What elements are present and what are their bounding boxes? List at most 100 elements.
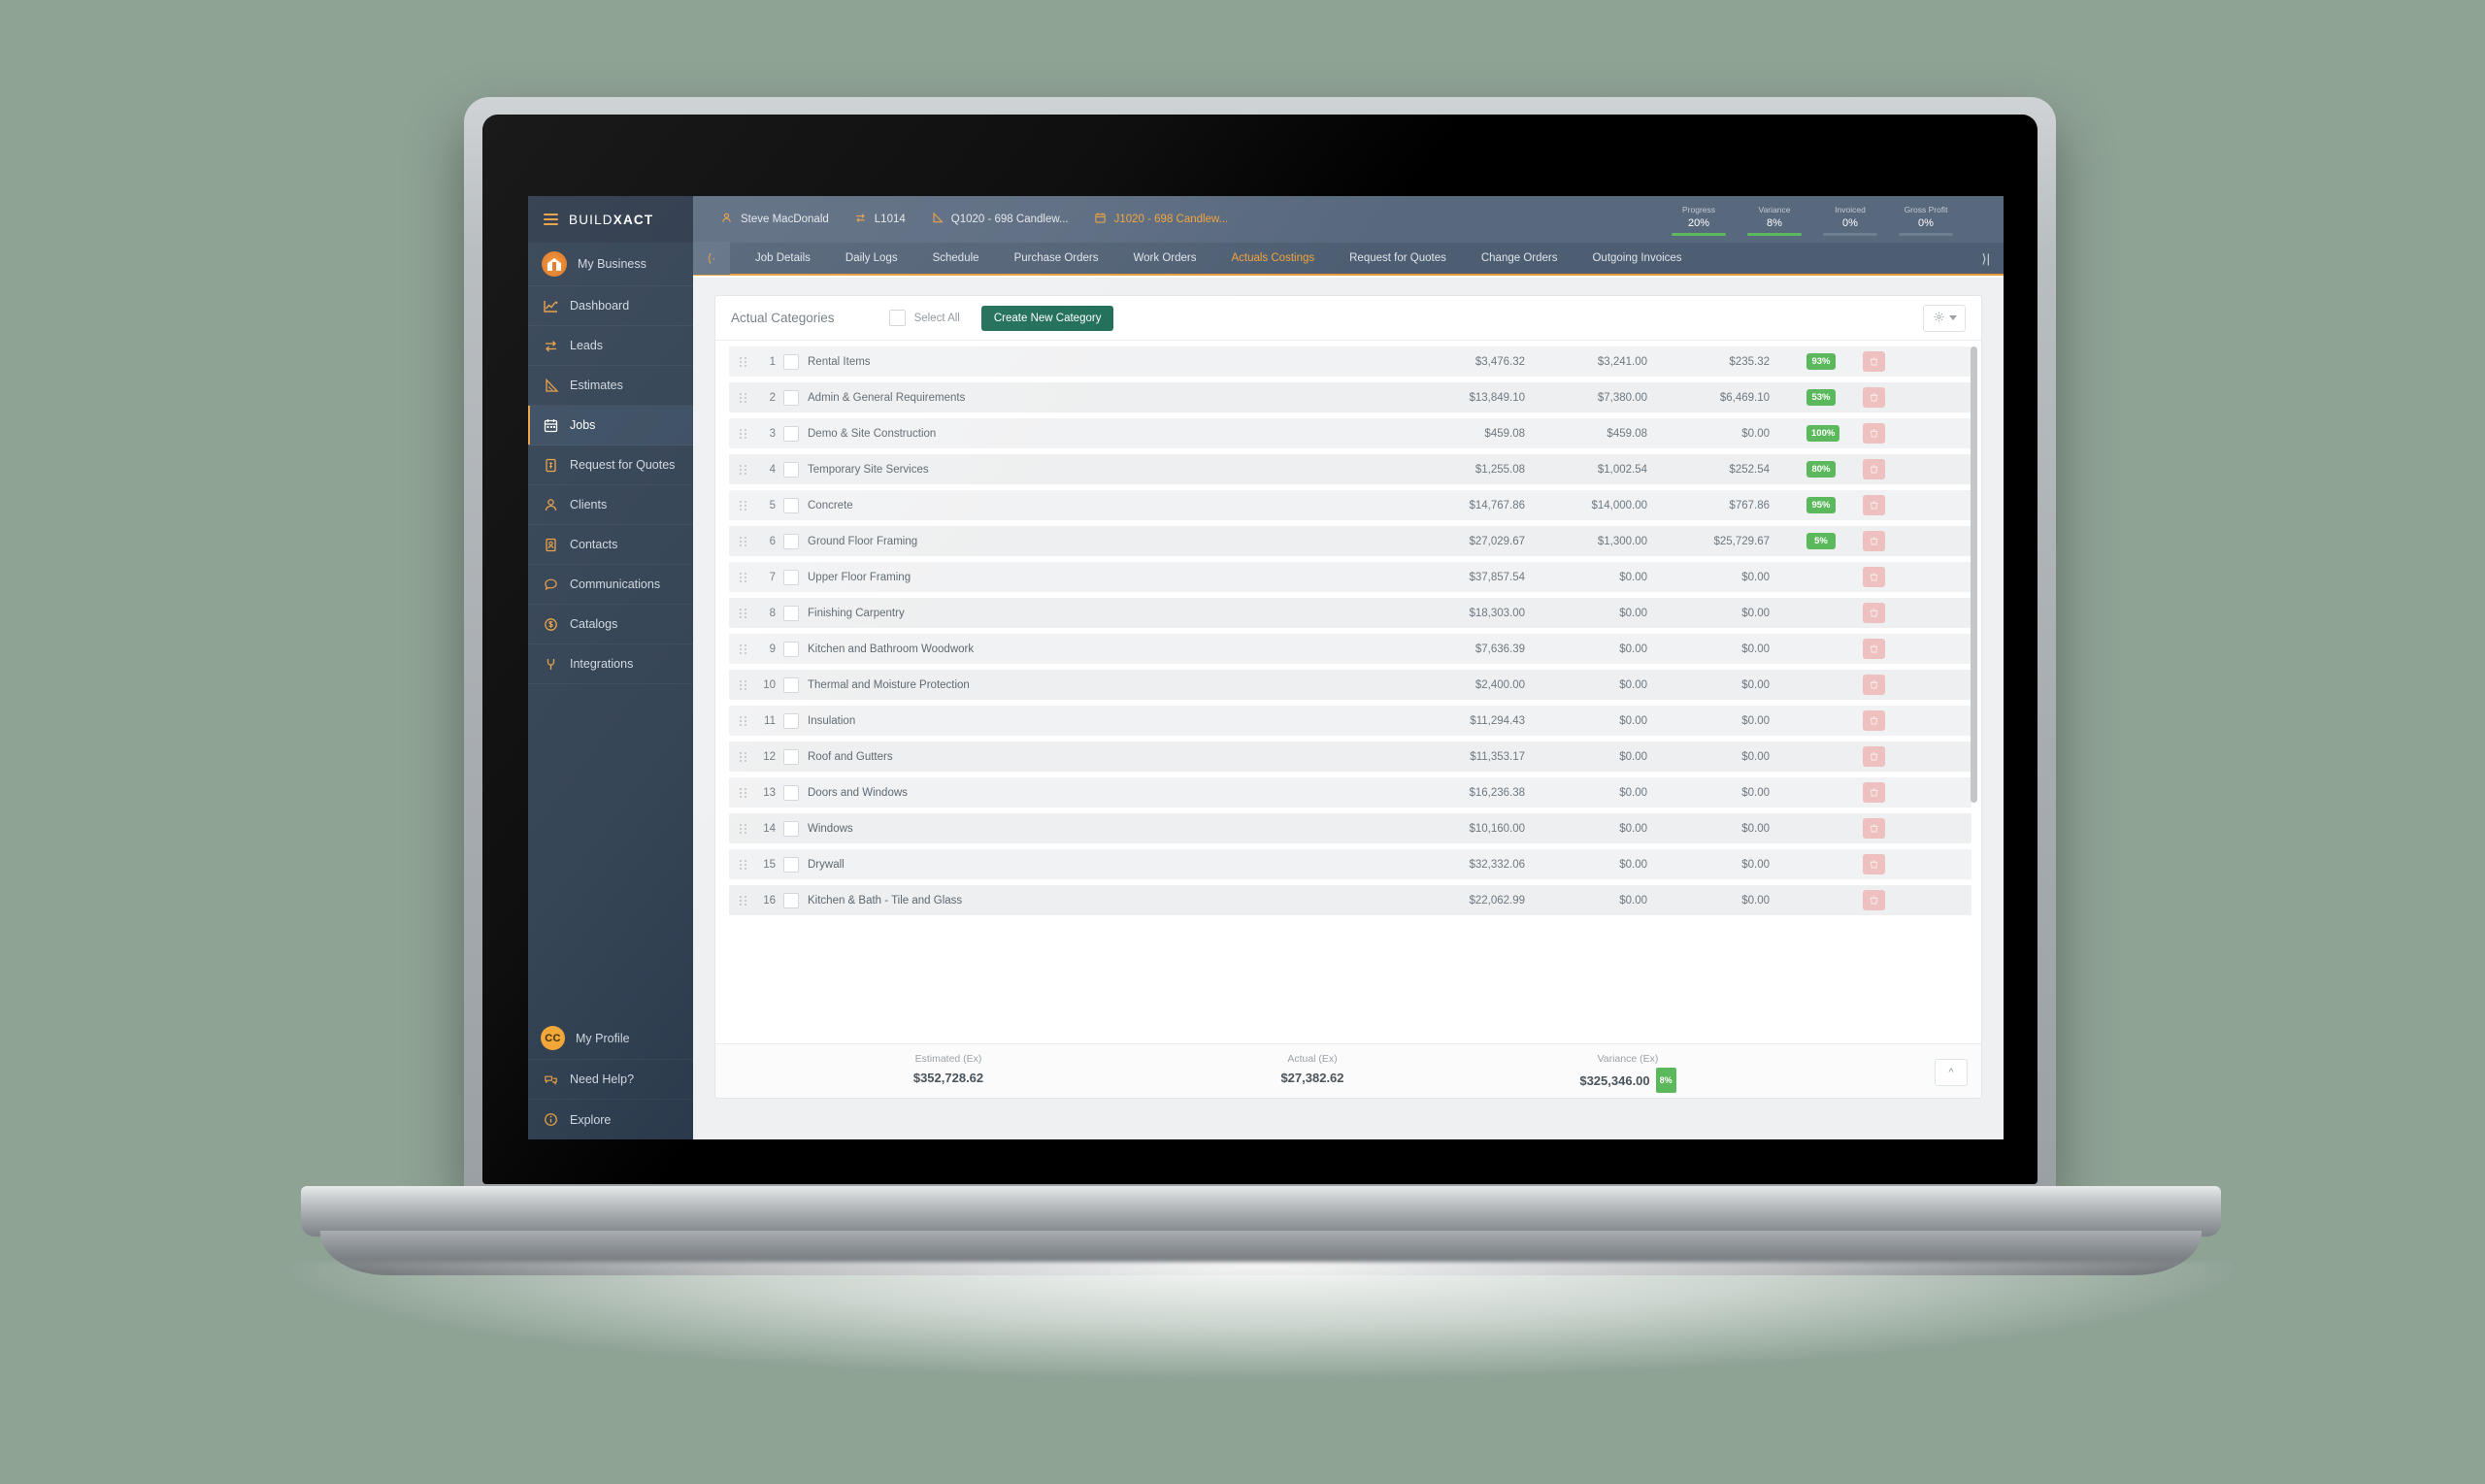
delete-row-button[interactable] bbox=[1863, 675, 1885, 695]
drag-handle-icon[interactable] bbox=[735, 356, 750, 367]
app-logo[interactable]: BUILDXACT bbox=[528, 196, 693, 243]
scroll-to-top-button[interactable]: ^ bbox=[1935, 1059, 1968, 1086]
delete-row-button[interactable] bbox=[1863, 890, 1885, 910]
table-row[interactable]: 16 Kitchen & Bath - Tile and Glass $22,062… bbox=[729, 885, 1971, 915]
row-checkbox[interactable] bbox=[783, 641, 799, 657]
breadcrumb-item-contact[interactable]: Steve MacDonald bbox=[720, 212, 829, 227]
tab-purchase-orders[interactable]: Purchase Orders bbox=[997, 242, 1116, 275]
row-checkbox[interactable] bbox=[783, 425, 799, 442]
table-row[interactable]: 13 Doors and Windows $16,236.38 $0.00 $0.00 bbox=[729, 777, 1971, 808]
drag-handle-icon[interactable] bbox=[735, 572, 750, 582]
delete-row-button[interactable] bbox=[1863, 567, 1885, 587]
sidebar-item-communications[interactable]: Communications bbox=[528, 565, 693, 605]
sidebar-item-my-business[interactable]: My Business bbox=[528, 243, 693, 286]
sidebar-item-leads[interactable]: Leads bbox=[528, 326, 693, 366]
vertical-scrollbar[interactable] bbox=[1971, 346, 1977, 803]
delete-row-button[interactable] bbox=[1863, 531, 1885, 551]
sidebar-item-need-help[interactable]: Need Help? bbox=[528, 1060, 693, 1100]
row-checkbox[interactable] bbox=[783, 461, 799, 478]
drag-handle-icon[interactable] bbox=[735, 751, 750, 762]
delete-row-button[interactable] bbox=[1863, 423, 1885, 444]
delete-row-button[interactable] bbox=[1863, 603, 1885, 623]
drag-handle-icon[interactable] bbox=[735, 500, 750, 511]
row-checkbox[interactable] bbox=[783, 676, 799, 693]
delete-row-button[interactable] bbox=[1863, 710, 1885, 731]
sidebar-item-explore[interactable]: Explore bbox=[528, 1100, 693, 1139]
drag-handle-icon[interactable] bbox=[735, 608, 750, 618]
drag-handle-icon[interactable] bbox=[735, 536, 750, 546]
tab-job-details[interactable]: Job Details bbox=[738, 242, 828, 275]
delete-row-button[interactable] bbox=[1863, 854, 1885, 874]
drag-handle-icon[interactable] bbox=[735, 895, 750, 906]
tab-work-orders[interactable]: Work Orders bbox=[1116, 242, 1214, 275]
row-checkbox[interactable] bbox=[783, 820, 799, 837]
row-checkbox[interactable] bbox=[783, 784, 799, 801]
table-row[interactable]: 3 Demo & Site Construction $459.08 $459.08 $… bbox=[729, 418, 1971, 448]
row-checkbox[interactable] bbox=[783, 712, 799, 729]
tab-request-for-quotes[interactable]: Request for Quotes bbox=[1332, 242, 1464, 275]
delete-row-button[interactable] bbox=[1863, 782, 1885, 803]
delete-row-button[interactable] bbox=[1863, 746, 1885, 767]
chevron-left-icon[interactable]: ⟨· bbox=[693, 242, 730, 275]
table-row[interactable]: 2 Admin & General Requirements $13,849.10 $… bbox=[729, 382, 1971, 412]
sidebar-item-jobs[interactable]: Jobs bbox=[528, 406, 693, 445]
drag-handle-icon[interactable] bbox=[735, 679, 750, 690]
sidebar-item-request-for-quotes[interactable]: Request for Quotes bbox=[528, 445, 693, 485]
tab-outgoing-invoices[interactable]: Outgoing Invoices bbox=[1574, 242, 1699, 275]
table-row[interactable]: 14 Windows $10,160.00 $0.00 $0.00 bbox=[729, 813, 1971, 843]
row-checkbox[interactable] bbox=[783, 497, 799, 513]
drag-handle-icon[interactable] bbox=[735, 859, 750, 870]
drag-handle-icon[interactable] bbox=[735, 643, 750, 654]
breadcrumb-item-lead[interactable]: L1014 bbox=[854, 212, 906, 227]
table-row[interactable]: 9 Kitchen and Bathroom Woodwork $7,636.39 $… bbox=[729, 634, 1971, 664]
chevron-right-icon[interactable]: ⟩| bbox=[1982, 243, 1990, 276]
row-checkbox[interactable] bbox=[783, 389, 799, 406]
delete-row-button[interactable] bbox=[1863, 639, 1885, 659]
table-row[interactable]: 10 Thermal and Moisture Protection $2,400.… bbox=[729, 670, 1971, 700]
tab-change-orders[interactable]: Change Orders bbox=[1464, 242, 1575, 275]
breadcrumb-item-quote[interactable]: Q1020 - 698 Candlew... bbox=[931, 212, 1069, 227]
row-checkbox[interactable] bbox=[783, 533, 799, 549]
row-checkbox[interactable] bbox=[783, 892, 799, 908]
sidebar-item-catalogs[interactable]: Catalogs bbox=[528, 605, 693, 644]
table-row[interactable]: 6 Ground Floor Framing $27,029.67 $1,300.00… bbox=[729, 526, 1971, 556]
delete-row-button[interactable] bbox=[1863, 495, 1885, 515]
breadcrumb-item-job[interactable]: J1020 - 698 Candlew... bbox=[1094, 212, 1228, 227]
row-checkbox[interactable] bbox=[783, 748, 799, 765]
sidebar-item-my-profile[interactable]: CC My Profile bbox=[528, 1017, 693, 1060]
tab-actuals-costings[interactable]: Actuals Costings bbox=[1213, 242, 1332, 275]
table-row[interactable]: 15 Drywall $32,332.06 $0.00 $0.00 bbox=[729, 849, 1971, 879]
sidebar-item-contacts[interactable]: Contacts bbox=[528, 525, 693, 565]
create-new-category-button[interactable]: Create New Category bbox=[980, 305, 1114, 331]
row-checkbox[interactable] bbox=[783, 605, 799, 621]
tab-daily-logs[interactable]: Daily Logs bbox=[828, 242, 915, 275]
delete-row-button[interactable] bbox=[1863, 459, 1885, 479]
row-checkbox[interactable] bbox=[783, 856, 799, 873]
sidebar-item-integrations[interactable]: Integrations bbox=[528, 644, 693, 684]
row-checkbox[interactable] bbox=[783, 569, 799, 585]
sidebar-item-estimates[interactable]: Estimates bbox=[528, 366, 693, 406]
table-row[interactable]: 4 Temporary Site Services $1,255.08 $1,002.… bbox=[729, 454, 1971, 484]
table-row[interactable]: 7 Upper Floor Framing $37,857.54 $0.00 $0.00 bbox=[729, 562, 1971, 592]
table-row[interactable]: 1 Rental Items $3,476.32 $3,241.00 $235.32 93… bbox=[729, 346, 1971, 377]
row-checkbox[interactable] bbox=[783, 353, 799, 370]
tab-schedule[interactable]: Schedule bbox=[915, 242, 997, 275]
drag-handle-icon[interactable] bbox=[735, 464, 750, 475]
settings-dropdown-button[interactable] bbox=[1923, 304, 1966, 332]
select-all-checkbox[interactable] bbox=[888, 310, 906, 326]
sidebar-item-clients[interactable]: Clients bbox=[528, 485, 693, 525]
table-row[interactable]: 11 Insulation $11,294.43 $0.00 $0.00 bbox=[729, 706, 1971, 736]
sidebar-item-dashboard[interactable]: Dashboard bbox=[528, 286, 693, 326]
drag-handle-icon[interactable] bbox=[735, 428, 750, 439]
table-row[interactable]: 5 Concrete $14,767.86 $14,000.00 $767.86 95% bbox=[729, 490, 1971, 520]
delete-row-button[interactable] bbox=[1863, 818, 1885, 839]
delete-row-button[interactable] bbox=[1863, 387, 1885, 408]
table-row[interactable]: 12 Roof and Gutters $11,353.17 $0.00 $0.00 bbox=[729, 742, 1971, 772]
drag-handle-icon[interactable] bbox=[735, 823, 750, 834]
table-row[interactable]: 8 Finishing Carpentry $18,303.00 $0.00 $0.00 bbox=[729, 598, 1971, 628]
drag-handle-icon[interactable] bbox=[735, 715, 750, 726]
hamburger-menu-icon[interactable] bbox=[544, 214, 558, 225]
drag-handle-icon[interactable] bbox=[735, 392, 750, 403]
drag-handle-icon[interactable] bbox=[735, 787, 750, 798]
delete-row-button[interactable] bbox=[1863, 351, 1885, 372]
